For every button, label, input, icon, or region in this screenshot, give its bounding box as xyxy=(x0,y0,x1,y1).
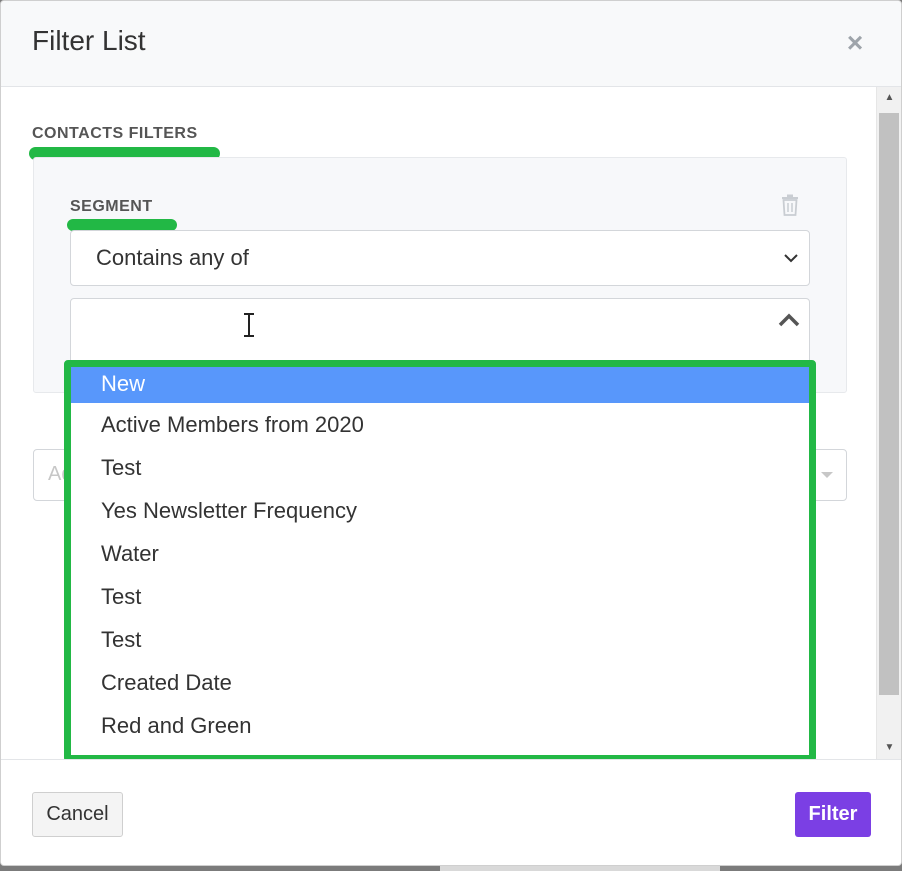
filter-button[interactable]: Filter xyxy=(795,792,871,837)
segment-operator-select[interactable]: Contains any of xyxy=(70,230,810,286)
segment-option[interactable]: Red and Green xyxy=(71,704,809,747)
trash-icon[interactable] xyxy=(780,194,800,216)
segment-option[interactable]: New xyxy=(71,367,809,403)
segment-option[interactable]: Test xyxy=(71,575,809,618)
text-cursor-icon xyxy=(244,313,254,337)
scroll-up-arrow[interactable]: ▲ xyxy=(877,87,901,109)
segment-option[interactable]: Created Date xyxy=(71,661,809,704)
contacts-filters-label: CONTACTS FILTERS xyxy=(32,125,198,142)
modal-scrollbar[interactable]: ▲ ▼ xyxy=(876,87,901,759)
segment-values-input[interactable] xyxy=(70,298,810,368)
segment-operator-value: Contains any of xyxy=(96,245,249,270)
scroll-down-arrow[interactable]: ▼ xyxy=(877,737,901,759)
filter-list-modal: Filter List × CONTACTS FILTERS SEGMENT C… xyxy=(0,0,902,866)
segment-option[interactable]: Water xyxy=(71,532,809,575)
close-icon: × xyxy=(846,27,864,58)
chevron-down-icon xyxy=(784,254,798,263)
segment-options: New Active Members from 2020 Test Yes Ne… xyxy=(71,367,809,747)
cancel-button[interactable]: Cancel xyxy=(32,792,123,837)
scroll-thumb[interactable] xyxy=(879,113,899,695)
segment-option[interactable]: Test xyxy=(71,618,809,661)
segment-dropdown-list: New Active Members from 2020 Test Yes Ne… xyxy=(64,360,816,762)
modal-title: Filter List xyxy=(32,25,146,56)
segment-label: SEGMENT xyxy=(70,198,153,215)
segment-option[interactable]: Test xyxy=(71,446,809,489)
segment-option[interactable]: Active Members from 2020 xyxy=(71,403,809,446)
segment-option[interactable]: Yes Newsletter Frequency xyxy=(71,489,809,532)
modal-header: Filter List × xyxy=(1,1,901,87)
chevron-up-icon[interactable] xyxy=(777,309,801,333)
modal-footer: Cancel Filter xyxy=(1,759,901,865)
close-button[interactable]: × xyxy=(843,29,867,57)
segment-filter-card: SEGMENT Contains any of xyxy=(33,157,847,393)
caret-down-icon xyxy=(821,472,833,478)
